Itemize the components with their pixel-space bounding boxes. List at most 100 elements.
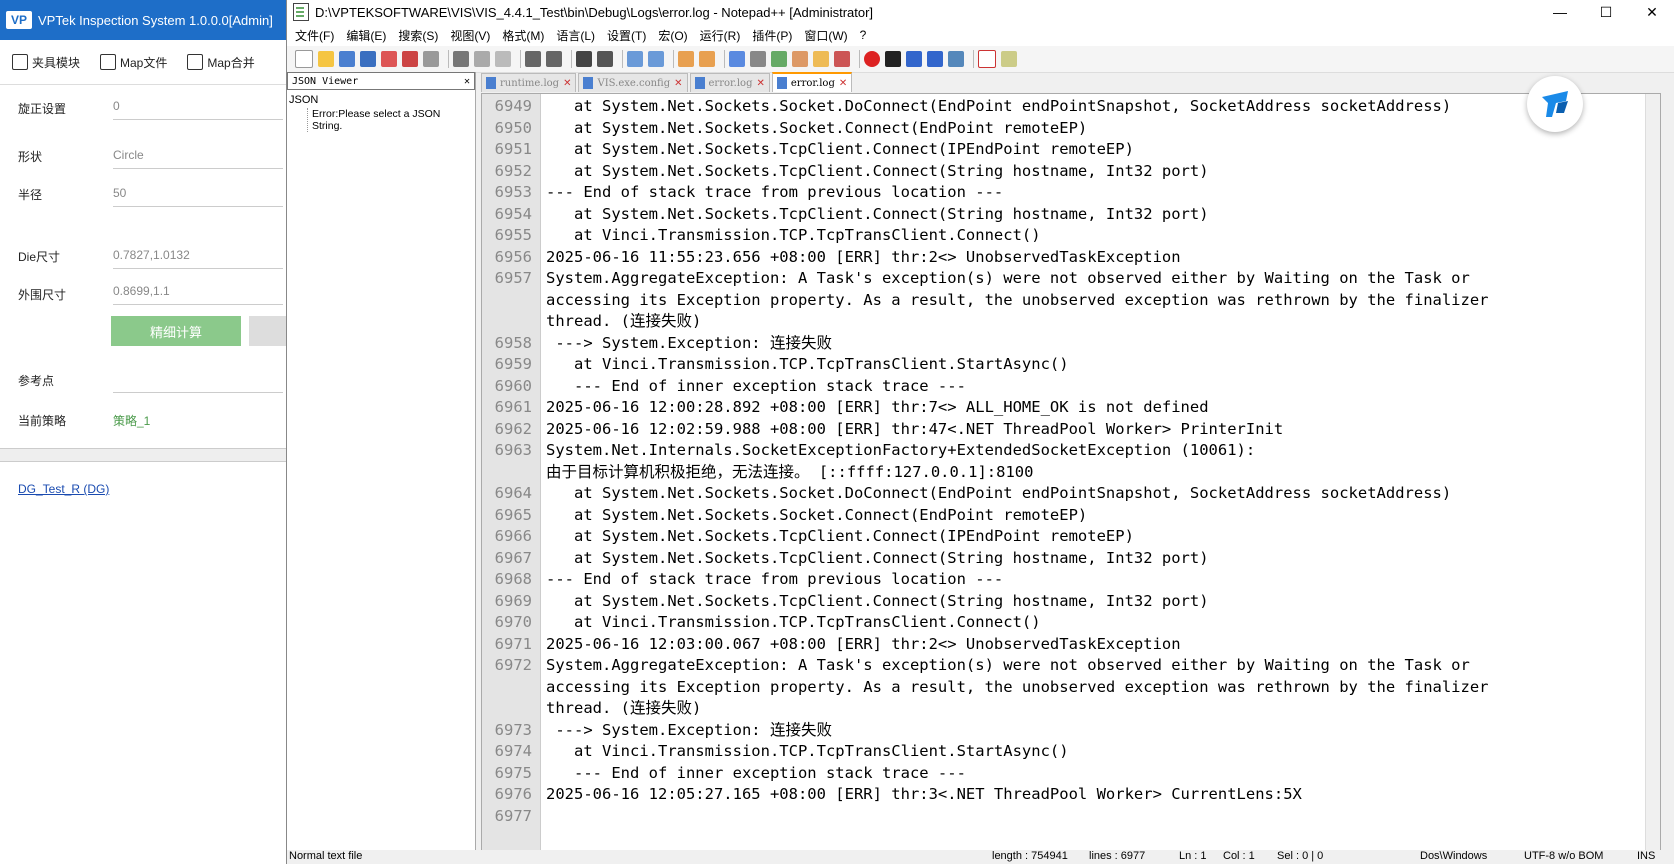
json-tree-root[interactable]: JSON: [289, 94, 473, 106]
close-file-icon[interactable]: [381, 51, 397, 67]
record-macro-icon[interactable]: [864, 51, 880, 67]
vptek-horizontal-scrollbar[interactable]: [0, 448, 290, 462]
floating-assistant-icon[interactable]: [1527, 76, 1583, 132]
rotate-field[interactable]: 0: [113, 99, 283, 120]
status-encoding[interactable]: UTF-8 w/o BOM: [1524, 850, 1603, 862]
dg-test-link[interactable]: DG_Test_R (DG): [18, 482, 109, 496]
text-editor[interactable]: 6949 at System.Net.Sockets.Socket.DoConn…: [481, 93, 1661, 852]
json-viewer-close-icon[interactable]: ✕: [464, 76, 470, 87]
show-all-chars-icon[interactable]: [750, 51, 766, 67]
radius-field[interactable]: 50: [113, 186, 283, 207]
indent-guide-icon[interactable]: [771, 51, 787, 67]
minimize-button[interactable]: —: [1537, 0, 1583, 24]
close-button[interactable]: ✕: [1629, 0, 1674, 24]
vptek-titlebar[interactable]: VP VPTek Inspection System 1.0.0.0[Admin…: [0, 0, 300, 40]
editor-line[interactable]: 6951 at System.Net.Sockets.TcpClient.Con…: [482, 139, 1652, 161]
open-file-icon[interactable]: [318, 51, 334, 67]
menu-settings[interactable]: 设置(T): [607, 27, 646, 44]
secondary-button[interactable]: [249, 316, 289, 346]
menu-macro[interactable]: 宏(O): [658, 27, 687, 44]
editor-line[interactable]: 6954 at System.Net.Sockets.TcpClient.Con…: [482, 204, 1652, 226]
plugin-icon[interactable]: [1001, 51, 1017, 67]
paste-icon[interactable]: [495, 51, 511, 67]
word-wrap-icon[interactable]: [729, 51, 745, 67]
editor-line[interactable]: 6969 at System.Net.Sockets.TcpClient.Con…: [482, 591, 1652, 613]
editor-line[interactable]: thread. (连接失败): [482, 698, 1652, 720]
editor-line[interactable]: 6962 2025-06-16 12:02:59.988 +08:00 [ERR]…: [482, 419, 1652, 441]
editor-line[interactable]: 6972 System.AggregateException: A Task's …: [482, 655, 1652, 677]
sync-scroll-v-icon[interactable]: [678, 51, 694, 67]
zoom-in-icon[interactable]: [627, 51, 643, 67]
editor-line[interactable]: accessing its Exception property. As a r…: [482, 290, 1652, 312]
spell-check-icon[interactable]: [978, 50, 996, 68]
sync-scroll-h-icon[interactable]: [699, 51, 715, 67]
map-file-button[interactable]: Map文件: [100, 54, 167, 71]
editor-line[interactable]: 6963 System.Net.Internals.SocketException…: [482, 440, 1652, 462]
copy-icon[interactable]: [474, 51, 490, 67]
cut-icon[interactable]: [453, 51, 469, 67]
status-mode[interactable]: INS: [1637, 850, 1655, 862]
json-tree-error-node[interactable]: Error:Please select a JSON String.: [307, 108, 473, 132]
outer-size-field[interactable]: 0.8699,1.1: [113, 284, 283, 305]
editor-line[interactable]: 6960 --- End of inner exception stack tr…: [482, 376, 1652, 398]
editor-line[interactable]: 6974 at Vinci.Transmission.TCP.TcpTransC…: [482, 741, 1652, 763]
close-all-icon[interactable]: [402, 51, 418, 67]
save-icon[interactable]: [339, 51, 355, 67]
save-macro-icon[interactable]: [948, 51, 964, 67]
fixture-module-button[interactable]: 夹具模块: [12, 54, 80, 71]
menu-help[interactable]: ?: [860, 28, 867, 42]
menu-edit[interactable]: 编辑(E): [346, 27, 386, 44]
editor-line[interactable]: thread. (连接失败): [482, 311, 1652, 333]
strategy-value[interactable]: 策略_1: [113, 412, 283, 435]
status-eol[interactable]: Dos\Windows: [1420, 850, 1487, 862]
tab-close-icon[interactable]: ✕: [756, 78, 764, 89]
editor-line[interactable]: 6953 --- End of stack trace from previous…: [482, 182, 1652, 204]
fine-calc-button[interactable]: 精细计算: [111, 316, 241, 346]
save-all-icon[interactable]: [360, 51, 376, 67]
editor-line[interactable]: 6967 at System.Net.Sockets.TcpClient.Con…: [482, 548, 1652, 570]
undo-icon[interactable]: [525, 51, 541, 67]
tab-close-icon[interactable]: ✕: [839, 78, 847, 89]
editor-line[interactable]: 6956 2025-06-16 11:55:23.656 +08:00 [ERR]…: [482, 247, 1652, 269]
play-macro-multiple-icon[interactable]: [927, 51, 943, 67]
print-icon[interactable]: [423, 51, 439, 67]
editor-vertical-scrollbar[interactable]: [1645, 94, 1660, 851]
shape-field[interactable]: Circle: [113, 148, 283, 169]
menu-file[interactable]: 文件(F): [295, 27, 334, 44]
menu-language[interactable]: 语言(L): [556, 27, 595, 44]
replace-icon[interactable]: [597, 51, 613, 67]
die-size-field[interactable]: 0.7827,1.0132: [113, 248, 283, 269]
tab-runtime-log[interactable]: runtime.log ✕: [481, 73, 577, 92]
editor-line[interactable]: 6958 ---> System.Exception: 连接失败: [482, 333, 1652, 355]
menu-run[interactable]: 运行(R): [700, 27, 741, 44]
tab-close-icon[interactable]: ✕: [674, 78, 682, 89]
play-macro-icon[interactable]: [906, 51, 922, 67]
editor-line[interactable]: 6970 at Vinci.Transmission.TCP.TcpTransC…: [482, 612, 1652, 634]
zoom-out-icon[interactable]: [648, 51, 664, 67]
editor-line[interactable]: 6961 2025-06-16 12:00:28.892 +08:00 [ERR]…: [482, 397, 1652, 419]
ref-point-field[interactable]: [113, 372, 283, 393]
editor-line[interactable]: 6971 2025-06-16 12:03:00.067 +08:00 [ERR]…: [482, 634, 1652, 656]
editor-line[interactable]: 6950 at System.Net.Sockets.Socket.Connec…: [482, 118, 1652, 140]
tab-vis-exe-config[interactable]: VIS.exe.config ✕: [578, 73, 688, 92]
editor-line[interactable]: 6976 2025-06-16 12:05:27.165 +08:00 [ERR]…: [482, 784, 1652, 806]
npp-titlebar[interactable]: D:\VPTEKSOFTWARE\VIS\VIS_4.4.1_Test\bin\…: [287, 0, 1674, 24]
find-icon[interactable]: [576, 51, 592, 67]
editor-line[interactable]: 6957 System.AggregateException: A Task's …: [482, 268, 1652, 290]
tab-close-icon[interactable]: ✕: [563, 78, 571, 89]
menu-search[interactable]: 搜索(S): [398, 27, 438, 44]
editor-line[interactable]: 6965 at System.Net.Sockets.Socket.Connec…: [482, 505, 1652, 527]
function-list-icon[interactable]: [834, 51, 850, 67]
editor-line[interactable]: accessing its Exception property. As a r…: [482, 677, 1652, 699]
editor-line[interactable]: 6973 ---> System.Exception: 连接失败: [482, 720, 1652, 742]
menu-plugins[interactable]: 插件(P): [752, 27, 792, 44]
editor-line[interactable]: 6952 at System.Net.Sockets.TcpClient.Con…: [482, 161, 1652, 183]
tab-error-log-active[interactable]: error.log ✕: [771, 72, 853, 92]
editor-line[interactable]: 6959 at Vinci.Transmission.TCP.TcpTransC…: [482, 354, 1652, 376]
editor-line[interactable]: 6964 at System.Net.Sockets.Socket.DoConn…: [482, 483, 1652, 505]
tab-error-log-1[interactable]: error.log ✕: [689, 73, 770, 92]
editor-line[interactable]: 6975 --- End of inner exception stack tr…: [482, 763, 1652, 785]
editor-line[interactable]: 6955 at Vinci.Transmission.TCP.TcpTransC…: [482, 225, 1652, 247]
editor-line[interactable]: 由于目标计算机积极拒绝，无法连接。 [::ffff:127.0.0.1]:810…: [482, 462, 1652, 484]
editor-line[interactable]: 6949 at System.Net.Sockets.Socket.DoConn…: [482, 96, 1652, 118]
